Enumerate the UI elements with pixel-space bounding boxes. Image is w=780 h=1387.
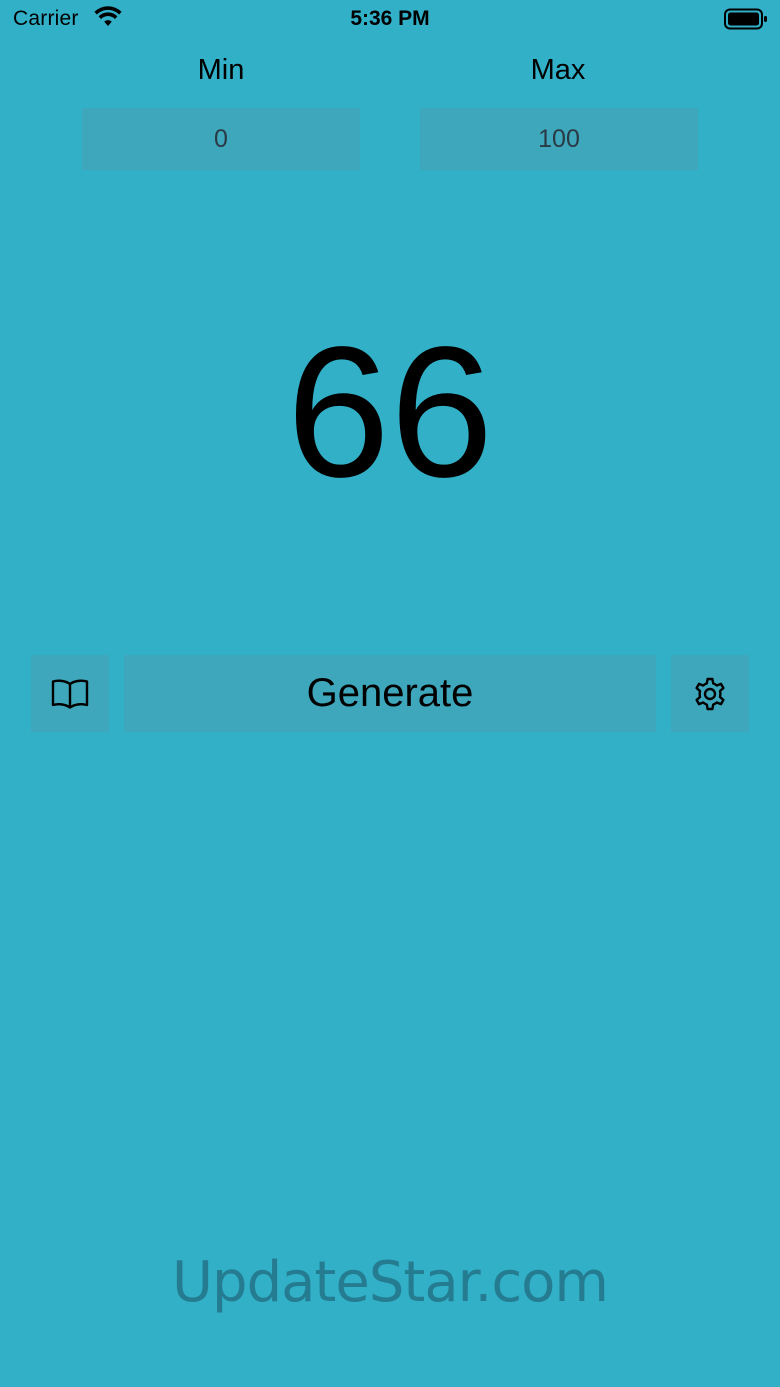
- max-input[interactable]: [420, 108, 698, 170]
- result-number: 66: [286, 309, 494, 516]
- settings-button[interactable]: [671, 655, 749, 732]
- max-label: Max: [530, 54, 586, 86]
- min-input[interactable]: [82, 108, 360, 170]
- app-screen: Carrier 5:36 PM Min Max 66: [0, 0, 780, 1387]
- generate-button[interactable]: Generate: [124, 655, 656, 732]
- book-button[interactable]: [31, 655, 109, 732]
- status-bar: Carrier 5:36 PM: [0, 0, 780, 40]
- book-icon: [51, 678, 89, 710]
- watermark-text: UpdateStar.com: [172, 1250, 609, 1315]
- min-label: Min: [197, 54, 245, 86]
- gear-icon: [692, 676, 728, 712]
- battery-full-icon: [724, 8, 768, 30]
- status-time: 5:36 PM: [350, 7, 430, 30]
